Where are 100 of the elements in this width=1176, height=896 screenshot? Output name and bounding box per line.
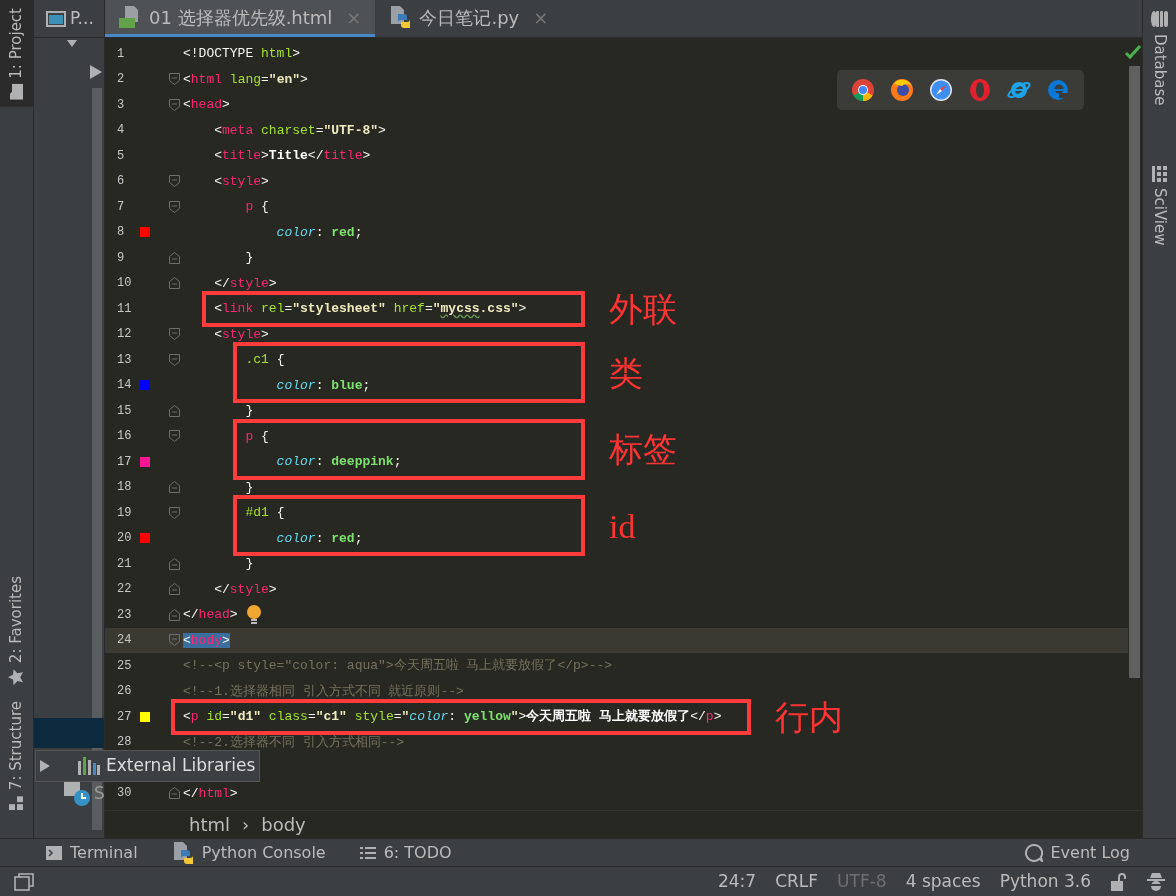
fold-icon [169, 73, 180, 86]
grid-icon [1151, 165, 1168, 182]
status-item[interactable]: 4 spaces [905, 868, 981, 895]
line-number: 23 [116, 606, 133, 624]
editor-tab[interactable]: 01 选择器优先级.html × [105, 0, 376, 37]
line-number: 27 [116, 708, 133, 726]
fold-icon [169, 583, 180, 596]
code-line: color: blue; [275, 376, 371, 394]
tool-window-tab[interactable]: SciView [1143, 155, 1176, 256]
status-item[interactable]: CRLF [775, 868, 819, 895]
line-number: 12 [116, 326, 133, 344]
expand-arrow-icon [40, 759, 50, 772]
fold-icon [169, 634, 180, 647]
folder-icon [9, 83, 24, 100]
scrollbar-thumb[interactable] [1129, 66, 1140, 678]
code-line: </head> [183, 606, 238, 624]
line-number: 6 [116, 173, 126, 191]
code-line: <style> [213, 325, 269, 343]
compass-icon[interactable] [929, 78, 953, 102]
tool-window-tab[interactable]: 2: Favorites [0, 567, 33, 693]
status-item[interactable]: Python 3.6 [999, 868, 1091, 895]
tool-window-tab[interactable]: 1: Project [0, 0, 33, 107]
html-file-icon [119, 6, 141, 28]
check-icon [1125, 45, 1141, 61]
annotation-label: id [609, 506, 636, 546]
code-line: color: deeppink; [275, 453, 402, 471]
code-line: color: red; [275, 223, 363, 241]
line-number: 9 [116, 249, 126, 267]
tool-window-button[interactable]: Terminal [46, 840, 138, 865]
annotation-label: 外联 [609, 289, 677, 330]
line-number: 1 [116, 45, 126, 63]
editor-tab[interactable]: 今日笔记.py × [375, 0, 563, 37]
code-line: p { [244, 427, 269, 445]
line-number: 10 [116, 275, 133, 293]
line-number: 25 [116, 657, 133, 675]
window-icon [46, 10, 66, 27]
code-line: <head> [183, 96, 230, 114]
fold-icon [169, 200, 180, 213]
tool-window-button[interactable]: Python Console [171, 840, 326, 865]
star-icon [8, 668, 25, 685]
inspector-icon[interactable] [1146, 871, 1166, 892]
code-line: <!--2.选择器不同 引入方式相同--> [183, 733, 404, 751]
scrollbar-thumb[interactable] [92, 88, 102, 830]
list-icon [359, 845, 376, 860]
line-number: 24 [116, 632, 133, 650]
line-number: 22 [116, 581, 133, 599]
line-number: 5 [116, 147, 126, 165]
tool-window-button[interactable]: 6: TODO [359, 840, 452, 865]
line-number: 21 [116, 555, 133, 573]
database-icon [1150, 11, 1169, 27]
line-number: 20 [116, 530, 133, 548]
fold-icon [169, 404, 180, 417]
event-log-button[interactable]: Event Log [1024, 840, 1130, 865]
fold-icon [169, 98, 180, 111]
line-number: 15 [116, 402, 133, 420]
breadcrumb-separator: › [242, 813, 250, 837]
code-line: </html> [183, 784, 238, 802]
code-line: <link rel="stylesheet" href="mycss.css"> [213, 300, 527, 318]
unlock-icon[interactable] [1110, 872, 1126, 891]
breadcrumb-item[interactable]: body [261, 811, 306, 838]
line-number: 28 [116, 734, 133, 752]
fold-icon [169, 430, 180, 443]
line-number: 26 [116, 683, 133, 701]
code-line: <meta charset="UTF-8"> [213, 121, 386, 139]
python-file-icon [171, 841, 194, 864]
code-line: <!--<p style="color: aqua">今天周五啦 马上就要放假了</p>--> [183, 657, 613, 675]
code-line: </style> [213, 580, 277, 598]
code-line: } [244, 478, 254, 496]
fold-icon [169, 277, 180, 290]
fold-icon [169, 557, 180, 570]
wave-icon[interactable] [1046, 78, 1070, 102]
bar-chart-icon [78, 756, 100, 775]
pinwheel-icon[interactable] [851, 78, 875, 102]
fold-icon [169, 251, 180, 264]
tool-window-tab[interactable]: Database [1143, 0, 1176, 116]
code-line: .c1 { [244, 351, 285, 369]
line-number: 30 [116, 785, 133, 803]
code-line: <!--1.选择器相同 引入方式不同 就近原则--> [183, 682, 464, 700]
flame-ball-icon[interactable] [890, 78, 914, 102]
annotation-label: 类 [609, 353, 643, 393]
line-number: 2 [116, 71, 126, 89]
fold-icon [169, 481, 180, 494]
code-line: <!DOCTYPE html> [183, 45, 301, 63]
line-number: 3 [116, 96, 126, 114]
tool-window-tab[interactable]: 7: Structure [0, 692, 33, 818]
panel-toggle-icon[interactable] [14, 872, 34, 891]
breadcrumb-item[interactable]: html [189, 811, 230, 838]
python-file-icon [389, 6, 412, 28]
code-line: } [244, 249, 254, 267]
status-item[interactable]: 24:7 [718, 868, 757, 895]
fold-icon [169, 175, 180, 188]
caret-icon [67, 40, 77, 47]
code-line: <p id="d1" class="c1" style="color: yellow">今天周五啦 马上就要放假了</p> [183, 708, 722, 726]
speech-bubble-icon [1024, 843, 1043, 862]
fold-icon [169, 787, 180, 800]
line-number: 14 [116, 377, 133, 395]
line-number: 4 [116, 122, 126, 140]
line-number: 16 [116, 428, 133, 446]
ring-icon[interactable] [968, 78, 992, 102]
tree-item-label: S [94, 782, 105, 805]
